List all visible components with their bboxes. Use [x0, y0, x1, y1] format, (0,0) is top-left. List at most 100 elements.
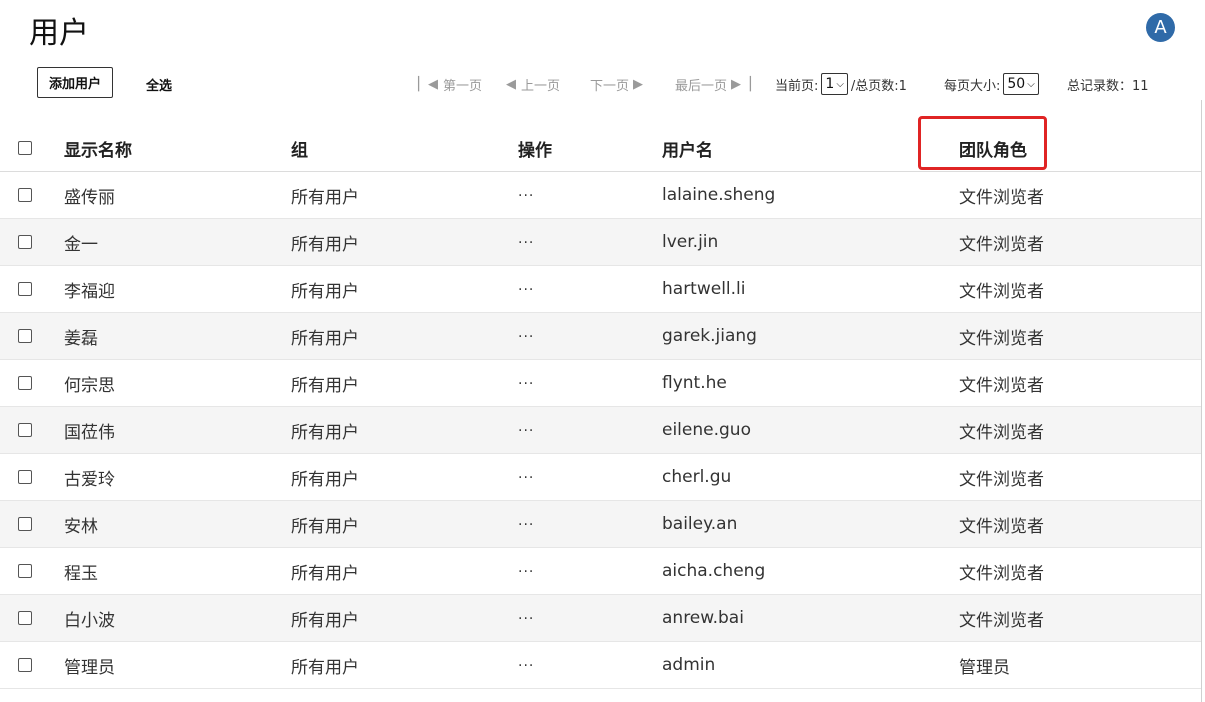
- user-avatar[interactable]: A: [1146, 13, 1175, 42]
- cell-display-name: 程玉: [63, 547, 290, 595]
- header-operation: 操作: [517, 125, 661, 172]
- cell-username: lver.jin: [661, 218, 958, 266]
- pager-first[interactable]: ▏◀ 第一页: [418, 72, 482, 96]
- cell-display-name: 何宗思: [63, 359, 290, 407]
- pager-current: 当前页: 1 ⌵ /总页数:1: [775, 72, 907, 96]
- row-actions-menu[interactable]: ···: [518, 376, 534, 392]
- row-actions-menu[interactable]: ···: [518, 235, 534, 251]
- last-page-label: 最后一页: [675, 78, 728, 94]
- cell-team-role: 文件浏览者: [958, 265, 1201, 313]
- page-size-select[interactable]: 50 ⌵: [1003, 73, 1039, 95]
- cell-username: admin: [661, 641, 958, 689]
- row-checkbox[interactable]: [18, 658, 32, 672]
- cell-display-name: 古爱玲: [63, 453, 290, 501]
- table-row[interactable]: 安林 所有用户 ··· bailey.an 文件浏览者: [0, 500, 1201, 548]
- table-row[interactable]: 姜磊 所有用户 ··· garek.jiang 文件浏览者: [0, 312, 1201, 360]
- cell-group: 所有用户: [290, 265, 517, 313]
- total-pages-label: /总页数:1: [850, 78, 907, 94]
- cell-team-role: 管理员: [958, 641, 1201, 689]
- total-records: 总记录数：11: [1067, 78, 1149, 94]
- cell-team-role: 文件浏览者: [958, 359, 1201, 407]
- pager-last[interactable]: 最后一页 ▶▕: [675, 72, 751, 96]
- pager-next[interactable]: 下一页 ▶: [590, 72, 643, 96]
- select-all-checkbox[interactable]: [18, 141, 32, 155]
- cell-username: hartwell.li: [661, 265, 958, 313]
- cell-display-name: 李福迎: [63, 265, 290, 313]
- cell-group: 所有用户: [290, 218, 517, 266]
- page-title: 用户: [29, 16, 89, 51]
- header-group[interactable]: 组: [290, 125, 517, 172]
- row-actions-menu[interactable]: ···: [518, 188, 534, 204]
- table-row[interactable]: 程玉 所有用户 ··· aicha.cheng 文件浏览者: [0, 547, 1201, 595]
- table-row[interactable]: 何宗思 所有用户 ··· flynt.he 文件浏览者: [0, 359, 1201, 407]
- cell-group: 所有用户: [290, 500, 517, 548]
- cell-team-role: 文件浏览者: [958, 547, 1201, 595]
- select-all-button[interactable]: 全选: [146, 75, 172, 94]
- add-user-button[interactable]: 添加用户: [37, 67, 113, 98]
- row-checkbox[interactable]: [18, 329, 32, 343]
- next-page-icon: ▶: [633, 76, 644, 92]
- prev-page-icon: ◀: [506, 76, 516, 92]
- cell-username: lalaine.sheng: [661, 171, 958, 219]
- cell-username: cherl.gu: [661, 453, 958, 501]
- table-row[interactable]: 管理员 所有用户 ··· admin 管理员: [0, 641, 1201, 689]
- cell-display-name: 安林: [63, 500, 290, 548]
- cell-team-role: 文件浏览者: [958, 453, 1201, 501]
- cell-display-name: 盛传丽: [63, 171, 290, 219]
- row-actions-menu[interactable]: ···: [518, 658, 534, 674]
- page-size-value: 50: [1007, 76, 1026, 92]
- row-checkbox[interactable]: [18, 564, 32, 578]
- cell-username: aicha.cheng: [661, 547, 958, 595]
- cell-username: garek.jiang: [661, 312, 958, 360]
- last-page-icon: ▶▕: [731, 76, 752, 92]
- cell-username: anrew.bai: [661, 594, 958, 642]
- row-checkbox[interactable]: [18, 282, 32, 296]
- header-display-name[interactable]: 显示名称: [63, 125, 290, 172]
- prev-page-label: 上一页: [521, 78, 561, 94]
- pager-size: 每页大小: 50 ⌵: [944, 72, 1042, 96]
- table-row[interactable]: 国莅伟 所有用户 ··· eilene.guo 文件浏览者: [0, 406, 1201, 454]
- row-actions-menu[interactable]: ···: [518, 611, 534, 627]
- first-page-label: 第一页: [443, 78, 483, 94]
- row-checkbox[interactable]: [18, 376, 32, 390]
- cell-group: 所有用户: [290, 547, 517, 595]
- row-actions-menu[interactable]: ···: [518, 564, 534, 580]
- cell-group: 所有用户: [290, 359, 517, 407]
- row-actions-menu[interactable]: ···: [518, 329, 534, 345]
- row-checkbox[interactable]: [18, 611, 32, 625]
- row-checkbox[interactable]: [18, 517, 32, 531]
- cell-team-role: 文件浏览者: [958, 218, 1201, 266]
- cell-group: 所有用户: [290, 453, 517, 501]
- row-actions-menu[interactable]: ···: [518, 470, 534, 486]
- chevron-down-icon: ⌵: [836, 78, 844, 90]
- current-page-select[interactable]: 1 ⌵: [821, 73, 848, 95]
- row-checkbox[interactable]: [18, 470, 32, 484]
- cell-team-role: 文件浏览者: [958, 594, 1201, 642]
- pager-prev[interactable]: ◀ 上一页: [506, 72, 560, 96]
- cell-display-name: 姜磊: [63, 312, 290, 360]
- row-actions-menu[interactable]: ···: [518, 423, 534, 439]
- table-row[interactable]: 盛传丽 所有用户 ··· lalaine.sheng 文件浏览者: [0, 171, 1201, 219]
- header-team-role[interactable]: 团队角色: [958, 125, 1201, 172]
- cell-username: eilene.guo: [661, 406, 958, 454]
- row-actions-menu[interactable]: ···: [518, 282, 534, 298]
- table-row[interactable]: 白小波 所有用户 ··· anrew.bai 文件浏览者: [0, 594, 1201, 642]
- cell-team-role: 文件浏览者: [958, 406, 1201, 454]
- header-username[interactable]: 用户名: [661, 125, 958, 172]
- row-actions-menu[interactable]: ···: [518, 517, 534, 533]
- table-row[interactable]: 李福迎 所有用户 ··· hartwell.li 文件浏览者: [0, 265, 1201, 313]
- cell-display-name: 管理员: [63, 641, 290, 689]
- table-row[interactable]: 金一 所有用户 ··· lver.jin 文件浏览者: [0, 218, 1201, 266]
- cell-username: flynt.he: [661, 359, 958, 407]
- users-table: 显示名称 组 操作 用户名 团队角色 盛传丽 所有用户 ··· lalaine.she…: [0, 125, 1201, 689]
- cell-group: 所有用户: [290, 641, 517, 689]
- cell-team-role: 文件浏览者: [958, 500, 1201, 548]
- row-checkbox[interactable]: [18, 188, 32, 202]
- cell-team-role: 文件浏览者: [958, 312, 1201, 360]
- row-checkbox[interactable]: [18, 235, 32, 249]
- row-checkbox[interactable]: [18, 423, 32, 437]
- cell-username: bailey.an: [661, 500, 958, 548]
- current-page-label: 当前页:: [775, 78, 819, 94]
- page-size-label: 每页大小:: [944, 78, 1001, 94]
- table-row[interactable]: 古爱玲 所有用户 ··· cherl.gu 文件浏览者: [0, 453, 1201, 501]
